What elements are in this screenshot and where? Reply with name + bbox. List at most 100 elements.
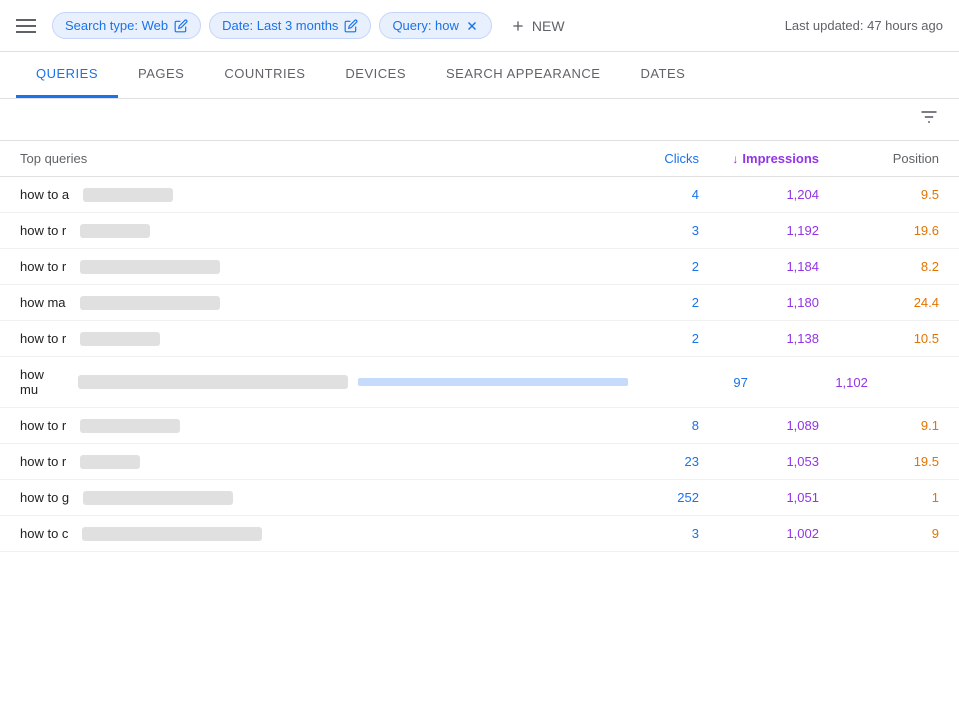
impressions-cell: 1,180 bbox=[699, 295, 819, 310]
impressions-cell: 1,192 bbox=[699, 223, 819, 238]
redacted-text bbox=[80, 332, 160, 346]
table-row[interactable]: how to r 21,1848.2 bbox=[0, 249, 959, 285]
search-type-filter[interactable]: Search type: Web bbox=[52, 12, 201, 39]
filter-icon bbox=[919, 107, 939, 127]
close-icon[interactable] bbox=[465, 19, 479, 33]
edit-icon bbox=[344, 19, 358, 33]
table-row[interactable]: how to a41,2049.5 bbox=[0, 177, 959, 213]
clicks-cell: 3 bbox=[579, 223, 699, 238]
new-label: NEW bbox=[532, 18, 565, 34]
query-text: how mu bbox=[20, 367, 64, 397]
impressions-label: Impressions bbox=[742, 151, 819, 166]
impressions-cell: 1,184 bbox=[699, 259, 819, 274]
position-cell: 1 bbox=[819, 490, 939, 505]
impressions-cell: 1,102 bbox=[748, 375, 868, 390]
query-text: how to r bbox=[20, 259, 66, 274]
query-cell: how to r bbox=[20, 418, 579, 433]
query-filter[interactable]: Query: how bbox=[379, 12, 491, 39]
query-text: how to r bbox=[20, 418, 66, 433]
impressions-cell: 1,204 bbox=[699, 187, 819, 202]
table-row[interactable]: how to c 31,0029 bbox=[0, 516, 959, 552]
position-cell: 9.1 bbox=[819, 418, 939, 433]
clicks-cell: 2 bbox=[579, 331, 699, 346]
table-container: Top queries Clicks ↓ Impressions Positio… bbox=[0, 141, 959, 552]
query-cell: how to r bbox=[20, 331, 579, 346]
edit-icon bbox=[174, 19, 188, 33]
query-label: Query: how bbox=[392, 18, 458, 33]
header-position[interactable]: Position bbox=[819, 151, 939, 166]
clicks-cell: 8 bbox=[579, 418, 699, 433]
position-cell: 10.5 bbox=[819, 331, 939, 346]
sort-arrow-down: ↓ bbox=[732, 152, 738, 166]
search-type-label: Search type: Web bbox=[65, 18, 168, 33]
impressions-cell: 1,053 bbox=[699, 454, 819, 469]
header-impressions[interactable]: ↓ Impressions bbox=[699, 151, 819, 166]
top-bar-left: Search type: Web Date: Last 3 months Que… bbox=[16, 12, 575, 39]
query-cell: how to a bbox=[20, 187, 579, 202]
position-cell: 9 bbox=[819, 526, 939, 541]
impressions-cell: 1,138 bbox=[699, 331, 819, 346]
filter-button[interactable] bbox=[919, 107, 939, 132]
top-bar: Search type: Web Date: Last 3 months Que… bbox=[0, 0, 959, 52]
table-row[interactable]: how to r 81,0899.1 bbox=[0, 408, 959, 444]
query-cell: how to g bbox=[20, 490, 579, 505]
query-cell: how to r bbox=[20, 223, 579, 238]
tabs-container: QUERIES PAGES COUNTRIES DEVICES SEARCH A… bbox=[0, 52, 959, 99]
new-button[interactable]: NEW bbox=[500, 13, 575, 39]
table-body: how to a41,2049.5how to r31,19219.6how t… bbox=[0, 177, 959, 552]
query-cell: how to r bbox=[20, 259, 579, 274]
query-text: how to r bbox=[20, 223, 66, 238]
header-clicks[interactable]: Clicks bbox=[579, 151, 699, 166]
position-cell: 19.6 bbox=[819, 223, 939, 238]
query-bar bbox=[358, 378, 628, 386]
filter-row bbox=[0, 99, 959, 141]
table-row[interactable]: how to r 21,13810.5 bbox=[0, 321, 959, 357]
redacted-text bbox=[80, 419, 180, 433]
clicks-cell: 97 bbox=[628, 375, 748, 390]
query-text: how to r bbox=[20, 454, 66, 469]
table-row[interactable]: how mu 971,1021.5 bbox=[0, 357, 959, 408]
table-row[interactable]: how to r 231,05319.5 bbox=[0, 444, 959, 480]
redacted-text bbox=[80, 224, 150, 238]
tab-queries[interactable]: QUERIES bbox=[16, 52, 118, 98]
tab-search-appearance[interactable]: SEARCH APPEARANCE bbox=[426, 52, 620, 98]
query-cell: how to r bbox=[20, 454, 579, 469]
redacted-text bbox=[83, 491, 233, 505]
position-cell: 1.5 bbox=[868, 375, 959, 390]
query-text: how ma bbox=[20, 295, 66, 310]
query-cell: how mu bbox=[20, 367, 628, 397]
position-cell: 19.5 bbox=[819, 454, 939, 469]
redacted-text bbox=[83, 188, 173, 202]
query-cell: how ma bbox=[20, 295, 579, 310]
impressions-cell: 1,002 bbox=[699, 526, 819, 541]
tab-pages[interactable]: PAGES bbox=[118, 52, 204, 98]
table-row[interactable]: how to r 31,19219.6 bbox=[0, 213, 959, 249]
last-updated: Last updated: 47 hours ago bbox=[785, 18, 943, 33]
redacted-text bbox=[78, 375, 348, 389]
date-filter[interactable]: Date: Last 3 months bbox=[209, 12, 371, 39]
menu-icon[interactable] bbox=[16, 16, 36, 36]
query-text: how to r bbox=[20, 331, 66, 346]
tab-dates[interactable]: DATES bbox=[620, 52, 705, 98]
table-row[interactable]: how ma21,18024.4 bbox=[0, 285, 959, 321]
redacted-text bbox=[82, 527, 262, 541]
impressions-cell: 1,051 bbox=[699, 490, 819, 505]
tab-devices[interactable]: DEVICES bbox=[325, 52, 426, 98]
clicks-cell: 2 bbox=[579, 259, 699, 274]
clicks-cell: 252 bbox=[579, 490, 699, 505]
tab-countries[interactable]: COUNTRIES bbox=[204, 52, 325, 98]
impressions-cell: 1,089 bbox=[699, 418, 819, 433]
clicks-cell: 23 bbox=[579, 454, 699, 469]
position-cell: 8.2 bbox=[819, 259, 939, 274]
table-header: Top queries Clicks ↓ Impressions Positio… bbox=[0, 141, 959, 177]
query-cell: how to c bbox=[20, 526, 579, 541]
redacted-text bbox=[80, 455, 140, 469]
table-row[interactable]: how to g 2521,0511 bbox=[0, 480, 959, 516]
clicks-cell: 4 bbox=[579, 187, 699, 202]
query-text: how to a bbox=[20, 187, 69, 202]
clicks-cell: 3 bbox=[579, 526, 699, 541]
clicks-cell: 2 bbox=[579, 295, 699, 310]
query-text: how to g bbox=[20, 490, 69, 505]
query-text: how to c bbox=[20, 526, 68, 541]
date-label: Date: Last 3 months bbox=[222, 18, 338, 33]
